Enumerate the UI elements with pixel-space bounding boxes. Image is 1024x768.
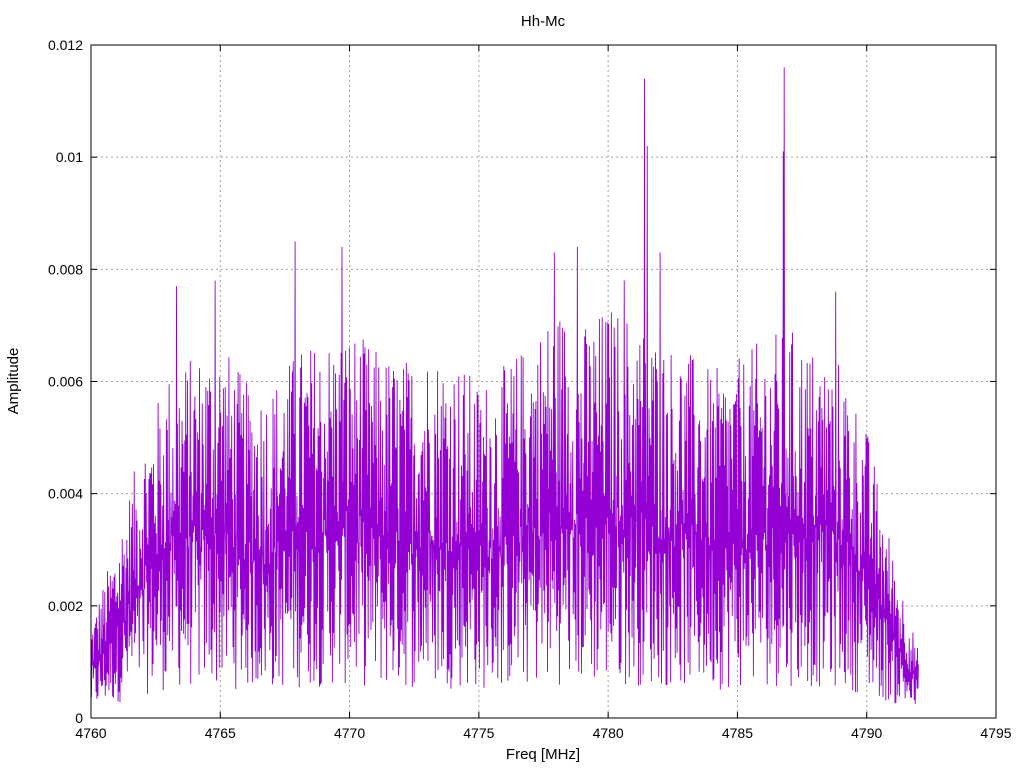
series-line — [90, 67, 919, 705]
x-tick-label: 4780 — [593, 725, 624, 741]
y-tick-label: 0.004 — [48, 486, 83, 502]
y-tick-labels: 0 0.002 0.004 0.006 0.008 0.01 0.012 — [48, 37, 83, 726]
y-tick-label: 0.002 — [48, 598, 83, 614]
y-tick-label: 0.012 — [48, 37, 83, 53]
chart: Hh-Mc 4760 4765 4770 4775 4780 4785 4790 4795 0… — [5, 13, 1012, 763]
x-tick-label: 4775 — [463, 725, 494, 741]
chart-title: Hh-Mc — [521, 13, 566, 30]
x-tick-labels: 4760 4765 4770 4775 4780 4785 4790 4795 — [75, 725, 1011, 741]
x-tick-label: 4790 — [851, 725, 882, 741]
y-axis-label: Amplitude — [5, 348, 22, 415]
y-tick-label: 0.008 — [48, 261, 83, 277]
x-tick-label: 4765 — [205, 725, 236, 741]
y-tick-label: 0.006 — [48, 374, 83, 390]
x-tick-label: 4785 — [722, 725, 753, 741]
y-tick-label: 0.01 — [56, 149, 83, 165]
x-tick-label: 4770 — [334, 725, 365, 741]
x-tick-label: 4760 — [75, 725, 106, 741]
x-axis-label: Freq [MHz] — [506, 746, 580, 763]
series-group — [90, 67, 919, 705]
y-tick-label: 0 — [75, 710, 83, 726]
x-tick-label: 4795 — [980, 725, 1011, 741]
